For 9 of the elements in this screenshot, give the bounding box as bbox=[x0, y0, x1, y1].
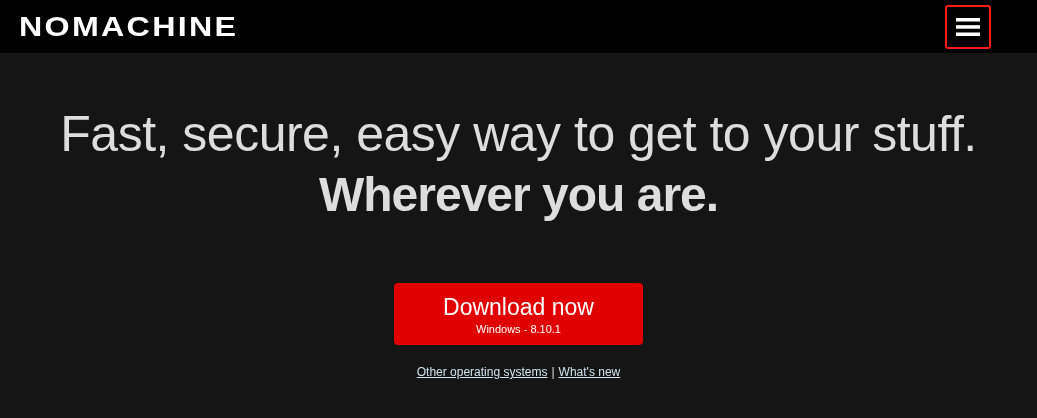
logo[interactable]: NOMACHINE bbox=[19, 12, 239, 41]
text-link[interactable]: What's new bbox=[558, 365, 621, 379]
link-separator: | bbox=[551, 365, 555, 379]
download-button[interactable]: Download now Windows - 8.10.1 bbox=[394, 283, 643, 345]
headline: Fast, secure, easy way to get to your stuff. bbox=[60, 105, 977, 163]
menu-button[interactable] bbox=[945, 4, 991, 49]
menu-icon bbox=[956, 16, 980, 37]
text-link[interactable]: Other operating systems bbox=[416, 365, 548, 379]
subheadline: Wherever you are. bbox=[318, 167, 719, 222]
